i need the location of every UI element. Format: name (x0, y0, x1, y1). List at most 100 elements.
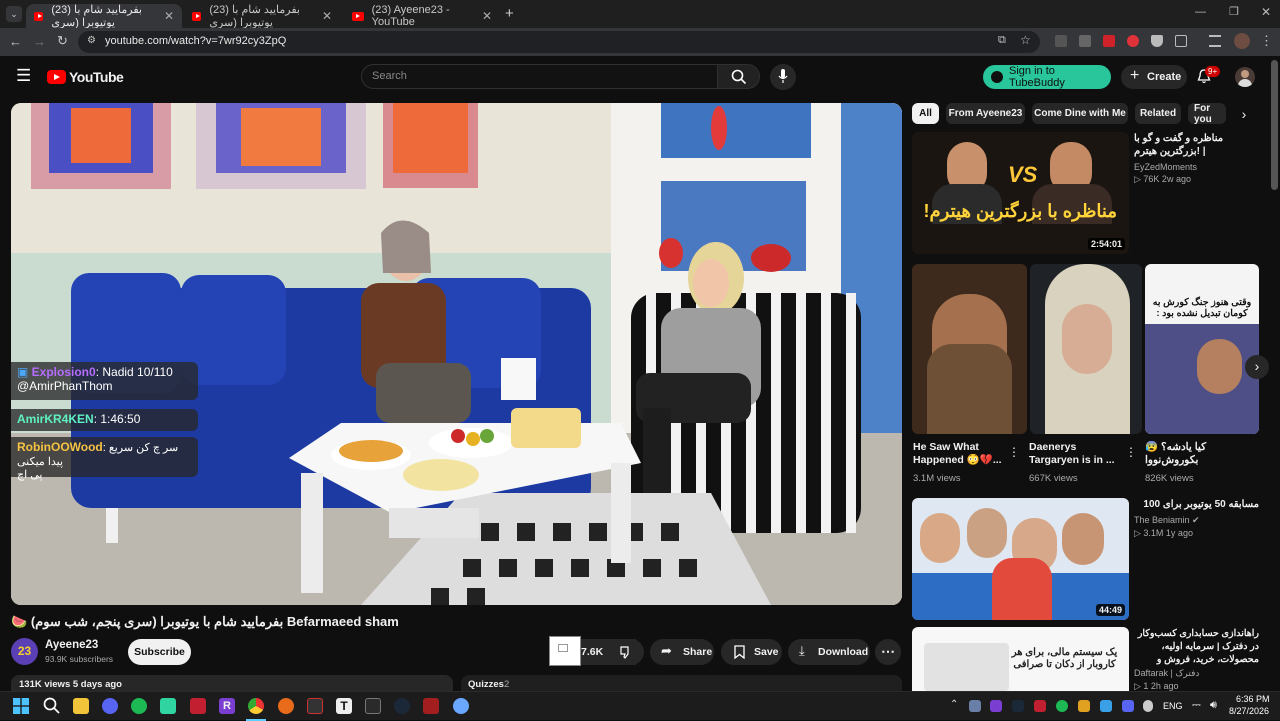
spotify-icon[interactable] (131, 698, 147, 714)
recommendation-channel[interactable]: The Beniamin (1134, 515, 1190, 525)
dota-icon[interactable] (423, 698, 439, 714)
chip-from-channel[interactable]: From Ayeene23 (946, 103, 1025, 124)
file-explorer-icon[interactable] (73, 698, 89, 714)
download-button[interactable]: ⤓ Download (788, 639, 870, 665)
search-icon[interactable] (43, 697, 60, 714)
close-tab-icon[interactable]: ✕ (322, 9, 332, 23)
search-input[interactable]: Search (361, 64, 718, 89)
video-thumbnail[interactable]: VS مناظره با بزرگترین هیترم! 2:54:01 (912, 132, 1129, 254)
tab-search-button[interactable]: ⌄ (6, 6, 22, 22)
tray-icon[interactable] (1056, 700, 1068, 712)
extension-icon[interactable] (1055, 35, 1067, 47)
short-thumbnail[interactable] (1030, 264, 1142, 434)
more-actions-icon[interactable]: ⋯ (875, 639, 901, 665)
video-thumbnail[interactable]: 44:49 (912, 498, 1129, 620)
video-player[interactable]: ▣ Explosion0: Nadid 10/110 @AmirPhanThom… (11, 103, 902, 605)
quizzes-panel[interactable]: Quizzes 2 (461, 675, 902, 691)
browser-tab-2[interactable]: (23) بفرمایید شام با یوتیوبرا (سری ✕ (184, 4, 340, 29)
volume-icon[interactable]: 🔊︎ (1210, 699, 1217, 712)
extension-icon[interactable] (1127, 35, 1139, 47)
recommendation-title[interactable]: مناظره و گفت و گو با بزرگترین هیترم! | J… (1134, 132, 1259, 158)
tray-icon[interactable] (969, 700, 981, 712)
reading-list-icon[interactable] (1209, 35, 1221, 47)
subscribe-button[interactable]: Subscribe (128, 639, 191, 665)
recommendation-channel-row[interactable]: The Beniamin ✔ (1134, 514, 1200, 526)
tray-icon[interactable] (1078, 700, 1090, 712)
app-icon[interactable] (453, 698, 469, 714)
tray-mic-icon[interactable] (1143, 700, 1153, 712)
reload-icon[interactable]: ↻ (57, 33, 68, 49)
search-button[interactable] (717, 64, 760, 89)
recommendation-title[interactable]: مسابقه 50 یوتیوبر برای 100 میلیون (1134, 498, 1259, 512)
chip-all[interactable]: All (912, 103, 939, 124)
address-bar[interactable]: ⚙ youtube.com/watch?v=7wr92cy3ZpQ ⧉ ☆ (78, 31, 1040, 53)
youtube-logo-icon[interactable] (47, 70, 66, 84)
recommendation-channel[interactable]: Daftarak | دفترک (1134, 667, 1199, 679)
app-r-icon[interactable]: R (219, 698, 235, 714)
share-button[interactable]: ➦ Share (650, 639, 714, 665)
app-t-icon[interactable]: T (336, 698, 352, 714)
tubebuddy-signin-button[interactable]: Sign in to TubeBuddy (983, 65, 1111, 89)
back-icon[interactable]: ← (9, 34, 22, 49)
network-icon[interactable]: ⎓ (1192, 699, 1201, 712)
youtube-logo-text[interactable]: YouTube (69, 69, 124, 85)
browser-tab-3[interactable]: (23) Ayeene23 - YouTube ✕ (344, 4, 500, 28)
short-menu-icon[interactable]: ⋮ (1125, 445, 1137, 459)
create-button[interactable]: + Create (1121, 65, 1187, 89)
tray-icon[interactable] (1034, 700, 1046, 712)
minimize-icon[interactable]: — (1195, 6, 1206, 18)
discord-icon[interactable] (102, 698, 118, 714)
new-tab-icon[interactable]: + (505, 5, 514, 22)
clock-date[interactable]: 8/27/2026 (1229, 706, 1269, 716)
site-info-icon[interactable]: ⚙ (87, 35, 96, 46)
firefox-icon[interactable] (278, 698, 294, 714)
close-tab-icon[interactable]: ✕ (482, 9, 492, 23)
short-title[interactable]: کیا یادشه؟ 😰 بکوروش‌نووا #کرمان... (1145, 441, 1237, 467)
save-button[interactable]: Save (721, 639, 782, 665)
channel-avatar[interactable]: 23 (11, 638, 38, 665)
browser-tab-1[interactable]: (23) بفرمایید شام با یوتیوبرا (سری ✕ (26, 4, 182, 29)
shorts-next-chevron-icon[interactable]: › (1245, 355, 1269, 379)
short-title[interactable]: Daenerys Targaryen is in ... (1029, 441, 1122, 467)
chip-for-you[interactable]: For you (1188, 103, 1226, 124)
short-title[interactable]: He Saw What Happened 😳💔... (913, 441, 1006, 467)
tray-icon[interactable] (1100, 700, 1112, 712)
short-thumbnail[interactable]: وقتی هنوز جنگ کورش به کومان تبدیل نشده ب… (1145, 264, 1259, 434)
app-icon[interactable] (160, 698, 176, 714)
video-thumbnail[interactable]: یک سیستم مالی، برای هر کاروبار از دکان ت… (912, 627, 1129, 691)
windows-start-icon[interactable] (13, 698, 29, 714)
close-tab-icon[interactable]: ✕ (164, 9, 174, 23)
forward-icon[interactable]: → (33, 34, 46, 49)
chip-come-dine-with-me[interactable]: Come Dine with Me (1032, 103, 1128, 124)
install-app-icon[interactable]: ⧉ (998, 34, 1006, 47)
short-menu-icon[interactable]: ⋮ (1008, 445, 1020, 459)
short-thumbnail[interactable] (912, 264, 1027, 434)
voice-search-button[interactable] (770, 64, 796, 90)
restore-icon[interactable]: ❐ (1229, 5, 1239, 18)
language-indicator[interactable]: ENG (1163, 701, 1183, 711)
dislike-button[interactable] (609, 639, 644, 665)
terminal-icon[interactable] (365, 698, 381, 714)
shield-icon[interactable] (1151, 35, 1163, 47)
account-avatar[interactable] (1235, 67, 1255, 87)
recommendation-title[interactable]: راهاندازی حسابداری کسب‌وکار در دفترک | س… (1134, 627, 1259, 666)
tray-icon[interactable] (1012, 700, 1024, 712)
browser-menu-icon[interactable]: ⋮ (1260, 33, 1273, 49)
page-scrollbar[interactable] (1271, 60, 1278, 190)
app-icon[interactable] (190, 698, 206, 714)
channel-name[interactable]: Ayeene23 (45, 639, 98, 651)
extension-icon[interactable] (1079, 35, 1091, 47)
extensions-puzzle-icon[interactable] (1175, 35, 1187, 47)
chrome-icon[interactable] (248, 698, 264, 714)
chip-related[interactable]: Related (1135, 103, 1181, 124)
app-icon[interactable] (307, 698, 323, 714)
bookmark-star-icon[interactable]: ☆ (1020, 33, 1031, 47)
profile-avatar[interactable] (1234, 33, 1250, 49)
steam-icon[interactable] (394, 698, 410, 714)
clock-time[interactable]: 6:36 PM (1236, 694, 1270, 704)
tray-overflow-icon[interactable]: ⌃ (950, 699, 958, 710)
recommendation-channel[interactable]: EyZedMoments (1134, 161, 1197, 173)
hamburger-menu-icon[interactable]: ☰ (16, 66, 31, 86)
url-text[interactable]: youtube.com/watch?v=7wr92cy3ZpQ (105, 35, 286, 47)
close-window-icon[interactable]: ✕ (1261, 5, 1271, 19)
